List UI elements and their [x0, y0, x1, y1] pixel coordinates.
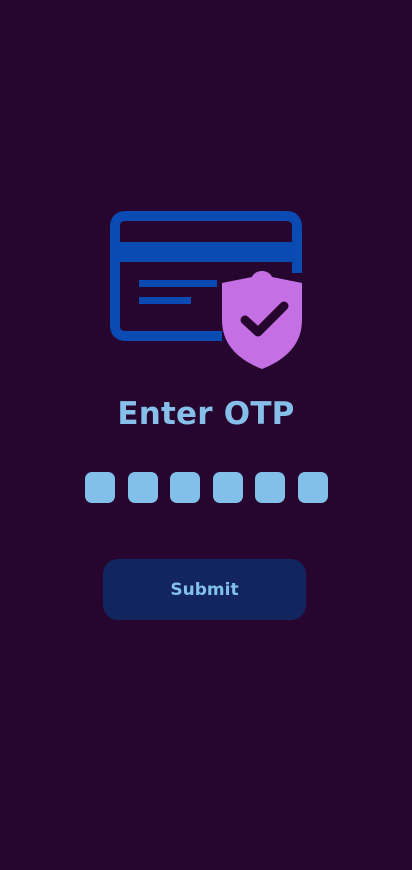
otp-digit-4[interactable] [212, 472, 243, 503]
otp-digit-1[interactable] [85, 472, 115, 503]
submit-button[interactable]: Submit [103, 559, 306, 620]
otp-input-group [85, 472, 328, 503]
otp-digit-3[interactable] [170, 472, 200, 503]
otp-digit-6[interactable] [297, 472, 328, 503]
shield-check-icon [222, 271, 302, 369]
card-shield-illustration [110, 211, 302, 369]
otp-digit-5[interactable] [255, 472, 285, 503]
otp-digit-2[interactable] [127, 472, 158, 503]
page-title: Enter OTP [117, 396, 295, 432]
